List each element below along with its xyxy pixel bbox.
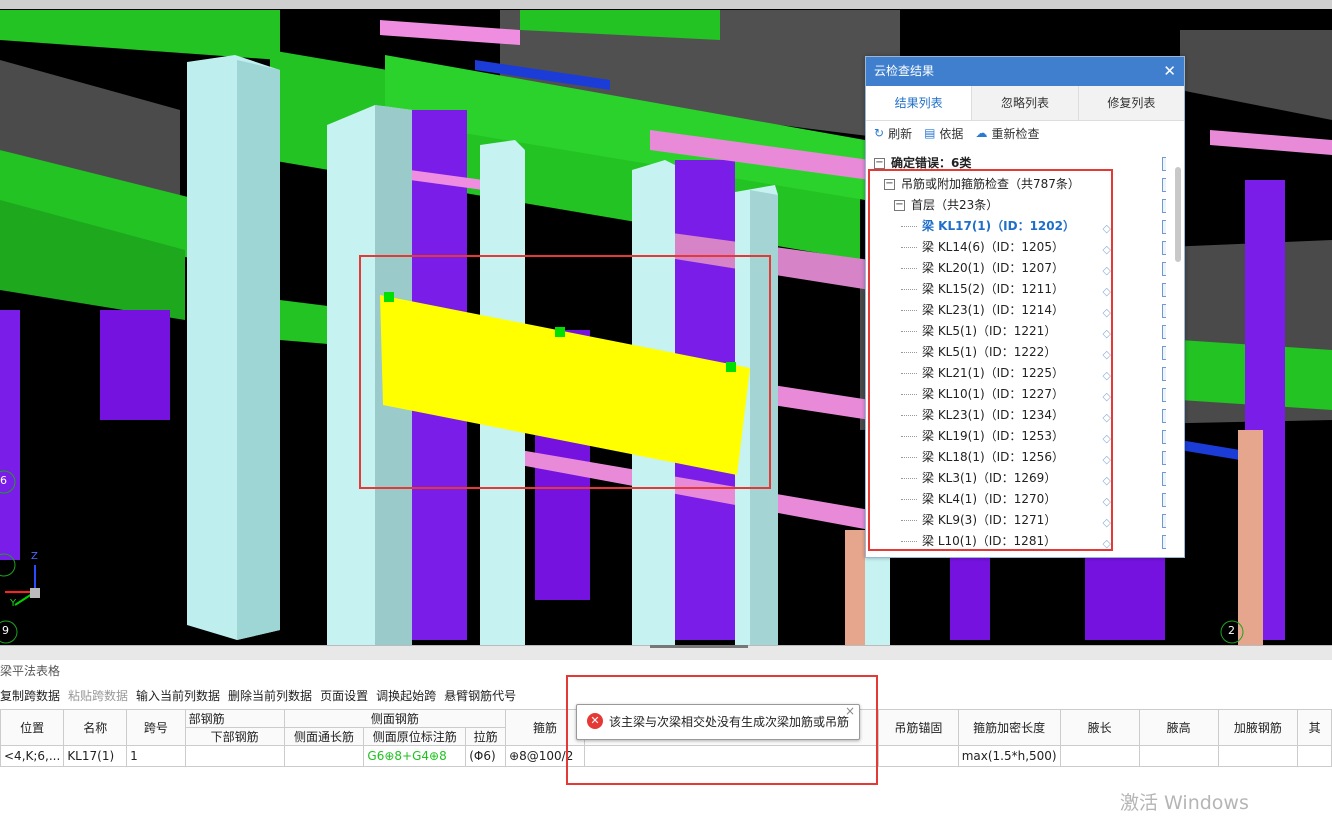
tab-ignore-list[interactable]: 忽略列表 [971, 86, 1078, 120]
cantilever-rebar-code-button[interactable]: 悬臂钢筋代号 [444, 686, 516, 706]
grid-mark-6: 6 [0, 474, 7, 487]
axis-y-label: Y [10, 598, 17, 609]
axis-z-label: Z [31, 551, 38, 562]
refresh-button[interactable]: ↻ 刷新 [874, 125, 912, 142]
highlight-box-tooltip [566, 675, 878, 785]
panel-toolbar: ↻ 刷新 ▤ 依据 ☁ 重新检查 [866, 121, 1184, 145]
cloud-icon: ☁ [975, 126, 988, 140]
header-side-original: 侧面原位标注筋 [363, 727, 467, 746]
document-icon[interactable] [1162, 262, 1166, 276]
document-icon[interactable] [1162, 430, 1166, 444]
cell-position[interactable]: <4,K;6,... [0, 745, 65, 767]
document-icon[interactable] [1162, 472, 1166, 486]
document-icon[interactable] [1162, 325, 1166, 339]
document-icon[interactable] [1162, 451, 1166, 465]
cell-side-long[interactable] [283, 745, 365, 767]
cell-span[interactable]: 1 [126, 745, 186, 767]
cell-name[interactable]: KL17(1) [63, 745, 128, 767]
cell-more[interactable] [1297, 745, 1332, 767]
windows-watermark: 激活 Windows [1120, 792, 1249, 814]
tree-root-label: 确定错误：6类 [891, 156, 972, 170]
input-column-data-button[interactable]: 输入当前列数据 [136, 686, 220, 706]
header-side-group: 侧面钢筋 [283, 709, 507, 728]
cell-side-original[interactable]: G6⊕8+G4⊕8 [363, 745, 467, 767]
recheck-label: 重新检查 [991, 126, 1040, 141]
basis-button[interactable]: ▤ 依据 [924, 125, 963, 142]
document-icon[interactable] [1162, 241, 1166, 255]
cell-bottom-rebar[interactable] [184, 745, 285, 767]
cell-haunch-length[interactable] [1059, 745, 1140, 767]
highlight-box-tree [868, 169, 1113, 551]
grid-mark-2: 2 [1228, 624, 1235, 637]
tab-fix-list[interactable]: 修复列表 [1077, 86, 1184, 120]
document-icon[interactable] [1162, 283, 1166, 297]
header-dense-length: 箍筋加密长度 [957, 709, 1061, 746]
splitter-handle[interactable] [650, 645, 748, 648]
document-icon[interactable] [1162, 367, 1166, 381]
header-position: 位置 [0, 709, 65, 746]
recheck-button[interactable]: ☁ 重新检查 [975, 125, 1039, 142]
delete-column-data-button[interactable]: 删除当前列数据 [228, 686, 312, 706]
header-tie: 拉筋 [465, 727, 507, 746]
refresh-icon: ↻ [874, 126, 885, 140]
document-icon[interactable] [1162, 304, 1166, 318]
swap-start-span-button[interactable]: 调换起始跨 [376, 686, 436, 706]
document-icon[interactable] [1162, 514, 1166, 528]
document-icon[interactable] [1162, 388, 1166, 402]
document-icon[interactable] [1162, 157, 1166, 171]
cell-haunch-height[interactable] [1138, 745, 1219, 767]
collapse-icon[interactable]: − [874, 158, 885, 169]
panel-titlebar[interactable]: 云检查结果 ✕ [866, 57, 1184, 86]
panel-scrollbar[interactable] [1175, 167, 1181, 262]
copy-span-data-button[interactable]: 复制跨数据 [0, 686, 60, 706]
cell-haunch-rebar[interactable] [1217, 745, 1299, 767]
document-icon[interactable] [1162, 178, 1166, 192]
document-icon[interactable] [1162, 409, 1166, 423]
header-name: 名称 [63, 709, 128, 746]
header-more: 其 [1297, 709, 1332, 746]
beam-table-title: 梁平法表格 [0, 664, 61, 678]
header-span: 跨号 [126, 709, 186, 746]
document-icon[interactable] [1162, 535, 1166, 549]
close-icon[interactable]: ✕ [1163, 57, 1176, 86]
panel-title: 云检查结果 [874, 64, 935, 78]
cell-hanger-anchor[interactable] [878, 745, 959, 767]
header-haunch-rebar: 加腋钢筋 [1217, 709, 1299, 746]
header-haunch-height: 腋高 [1138, 709, 1219, 746]
refresh-label: 刷新 [888, 126, 913, 141]
document-icon[interactable] [1162, 199, 1166, 213]
tab-result-list[interactable]: 结果列表 [866, 86, 972, 120]
panel-tabs: 结果列表 忽略列表 修复列表 [866, 86, 1184, 121]
document-icon[interactable] [1162, 493, 1166, 507]
document-icon[interactable] [1162, 220, 1166, 234]
grid-mark-9: 9 [2, 624, 9, 637]
beam-table-toolbar: 复制跨数据 粘贴跨数据 输入当前列数据 删除当前列数据 页面设置 调换起始跨 悬… [0, 686, 516, 706]
document-search-icon: ▤ [924, 126, 936, 140]
paste-span-data-button[interactable]: 粘贴跨数据 [68, 686, 128, 706]
page-setup-button[interactable]: 页面设置 [320, 686, 368, 706]
cell-tie[interactable]: (Φ6) [465, 745, 507, 767]
basis-label: 依据 [939, 126, 964, 141]
header-bottom-group: 部钢筋 [184, 709, 285, 728]
document-icon[interactable] [1162, 346, 1166, 360]
header-side-long: 侧面通长筋 [283, 727, 365, 746]
header-bottom-rebar: 下部钢筋 [184, 727, 285, 746]
header-hanger-anchor: 吊筋锚固 [878, 709, 959, 746]
cell-dense-length[interactable]: max(1.5*h,500) [957, 745, 1061, 767]
header-haunch-length: 腋长 [1059, 709, 1140, 746]
